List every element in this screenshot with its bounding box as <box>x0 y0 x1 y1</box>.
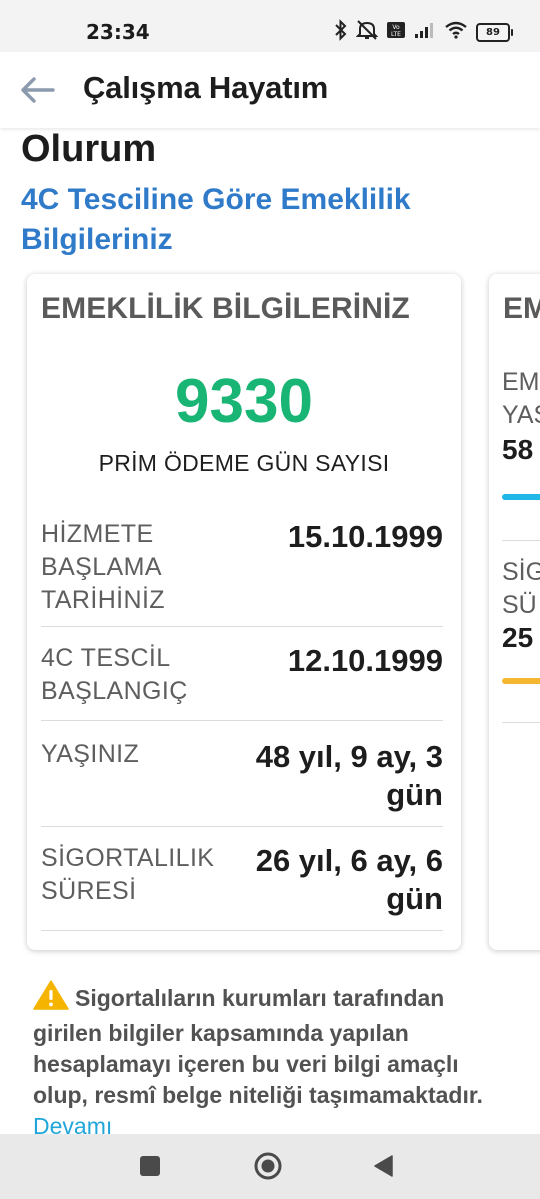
info-label: YAŞINIZ <box>41 740 140 768</box>
system-nav-bar <box>0 1134 540 1199</box>
arrow-left-icon <box>21 77 55 103</box>
app-header: Çalışma Hayatım <box>0 52 540 128</box>
recents-button[interactable] <box>132 1148 168 1184</box>
volte-icon: Vo LTE <box>386 21 406 44</box>
warning-icon <box>33 980 69 1018</box>
square-icon <box>140 1156 160 1176</box>
next-info-card[interactable]: EM EM YAŞ 58 SİG SÜ 25 <box>489 274 540 950</box>
back-button[interactable] <box>18 70 58 110</box>
triangle-left-icon <box>374 1155 393 1177</box>
mute-icon <box>355 19 379 46</box>
info-value: 15.10.1999 <box>287 519 443 554</box>
bluetooth-icon <box>334 18 348 46</box>
next-card-label: SİG SÜ <box>502 558 540 619</box>
progress-bar <box>502 494 540 500</box>
info-value: 26 yıl, 6 ay, 6 gün <box>255 843 443 916</box>
wifi-icon <box>444 21 468 44</box>
next-card-value: 58 <box>502 434 534 465</box>
status-bar: 23:34 Vo LTE 89 <box>0 0 540 52</box>
partial-heading: Olurum <box>21 128 157 170</box>
card-title: EMEKLİLİK BİLGİLERİNİZ <box>41 292 410 325</box>
disclaimer-text: Sigortalıların kurumları tarafından giri… <box>33 985 483 1108</box>
progress-bar <box>502 678 540 684</box>
status-icons: Vo LTE 89 <box>334 18 513 46</box>
prim-days-value: 9330 <box>175 367 313 436</box>
page-title: Çalışma Hayatım <box>83 70 329 105</box>
section-title: 4C Tesciline Göre Emeklilik Bilgileriniz <box>21 183 411 256</box>
info-label: HİZMETE BAŞLAMA TARİHİNİZ <box>41 520 165 614</box>
next-card-value: 25 <box>502 622 534 653</box>
circle-icon <box>254 1152 282 1180</box>
next-card-title: EM <box>503 292 540 325</box>
status-time: 23:34 <box>86 20 150 44</box>
prim-days-label: PRİM ÖDEME GÜN SAYISI <box>98 450 390 476</box>
info-row-insurance-duration: SİGORTALILIK SÜRESİ 26 yıl, 6 ay, 6 gün <box>41 836 443 931</box>
battery-icon: 89 <box>476 22 513 42</box>
signal-icon <box>414 21 436 44</box>
divider <box>502 540 540 541</box>
info-value: 48 yıl, 9 ay, 3 gün <box>255 739 443 812</box>
divider <box>502 722 540 723</box>
home-button[interactable] <box>250 1148 286 1184</box>
info-value: 12.10.1999 <box>287 643 443 678</box>
disclaimer: Sigortalıların kurumları tarafından giri… <box>33 980 513 1134</box>
next-card-label: EM YAŞ <box>502 368 540 429</box>
retirement-info-card: EMEKLİLİK BİLGİLERİNİZ 9330 PRİM ÖDEME G… <box>27 274 461 950</box>
main-content[interactable]: Olurum 4C Tesciline Göre Emeklilik Bilgi… <box>0 128 540 1134</box>
info-label: SİGORTALILIK SÜRESİ <box>41 844 215 905</box>
more-link[interactable]: Devamı <box>33 1113 112 1134</box>
info-label: 4C TESCİL BAŞLANGIÇ <box>41 644 188 705</box>
info-row-4c-start: 4C TESCİL BAŞLANGIÇ 12.10.1999 <box>41 638 443 721</box>
svg-text:LTE: LTE <box>391 31 401 38</box>
info-row-age: YAŞINIZ 48 yıl, 9 ay, 3 gün <box>41 732 443 827</box>
back-nav-button[interactable] <box>366 1148 402 1184</box>
svg-text:Vo: Vo <box>392 24 400 31</box>
info-row-service-start: HİZMETE BAŞLAMA TARİHİNİZ 15.10.1999 <box>41 514 443 627</box>
